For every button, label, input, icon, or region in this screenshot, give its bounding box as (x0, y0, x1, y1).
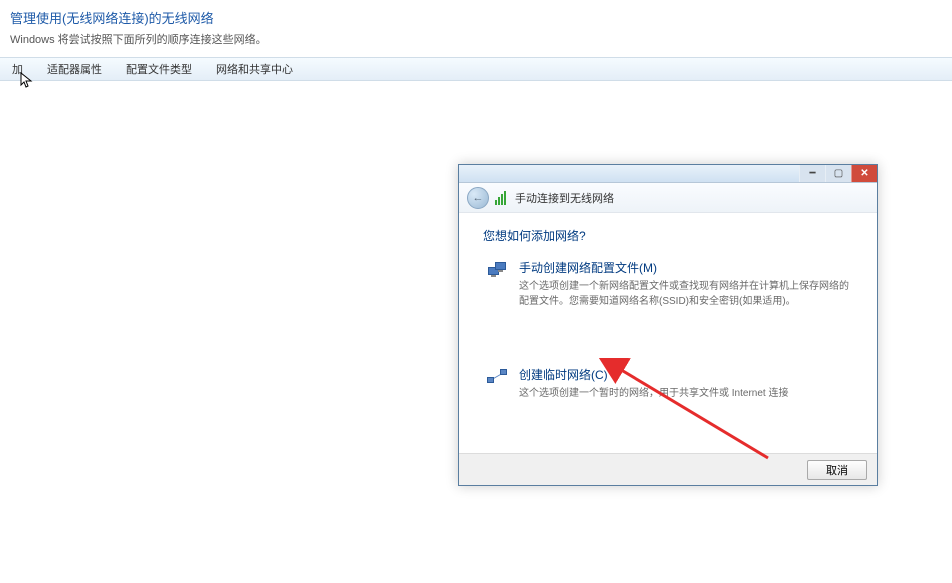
arrow-left-icon: ← (473, 192, 484, 204)
option-title: 创建临时网络(C) (519, 367, 788, 384)
page-title: 管理使用(无线网络连接)的无线网络 (0, 0, 952, 31)
cancel-button[interactable]: 取消 (807, 460, 867, 480)
dialog-title: 手动连接到无线网络 (515, 190, 614, 206)
dialog-footer: 取消 (459, 453, 877, 485)
close-button[interactable]: ✕ (851, 165, 877, 182)
toolbar-add[interactable]: 加 (0, 58, 35, 80)
toolbar-network-sharing-center[interactable]: 网络和共享中心 (204, 58, 305, 80)
page-subtitle: Windows 将尝试按照下面所列的顺序连接这些网络。 (0, 31, 952, 57)
manual-connect-dialog: ━ ▢ ✕ ← 手动连接到无线网络 您想如何添加网络? 手动创建网络配置文件(M… (458, 164, 878, 486)
dialog-body: 您想如何添加网络? 手动创建网络配置文件(M) 这个选项创建一个新网络配置文件或… (459, 213, 877, 453)
option-adhoc-network[interactable]: 创建临时网络(C) 这个选项创建一个暂时的网络，用于共享文件或 Internet… (483, 361, 853, 407)
computer-profile-icon (487, 260, 509, 280)
toolbar-profile-types[interactable]: 配置文件类型 (114, 58, 204, 80)
back-button[interactable]: ← (467, 187, 489, 209)
adhoc-network-icon (487, 367, 509, 387)
wireless-signal-icon (495, 191, 509, 205)
minimize-button[interactable]: ━ (799, 165, 825, 182)
toolbar: 加 适配器属性 配置文件类型 网络和共享中心 (0, 57, 952, 81)
option-title: 手动创建网络配置文件(M) (519, 260, 849, 277)
dialog-header-bar: ← 手动连接到无线网络 (459, 183, 877, 213)
maximize-button[interactable]: ▢ (825, 165, 851, 182)
toolbar-adapter-properties[interactable]: 适配器属性 (35, 58, 114, 80)
option-manual-profile[interactable]: 手动创建网络配置文件(M) 这个选项创建一个新网络配置文件或查找现有网络并在计算… (483, 254, 853, 315)
option-description: 这个选项创建一个新网络配置文件或查找现有网络并在计算机上保存网络的配置文件。您需… (519, 279, 849, 309)
dialog-titlebar: ━ ▢ ✕ (459, 165, 877, 183)
dialog-question: 您想如何添加网络? (483, 227, 853, 244)
option-description: 这个选项创建一个暂时的网络，用于共享文件或 Internet 连接 (519, 386, 788, 401)
